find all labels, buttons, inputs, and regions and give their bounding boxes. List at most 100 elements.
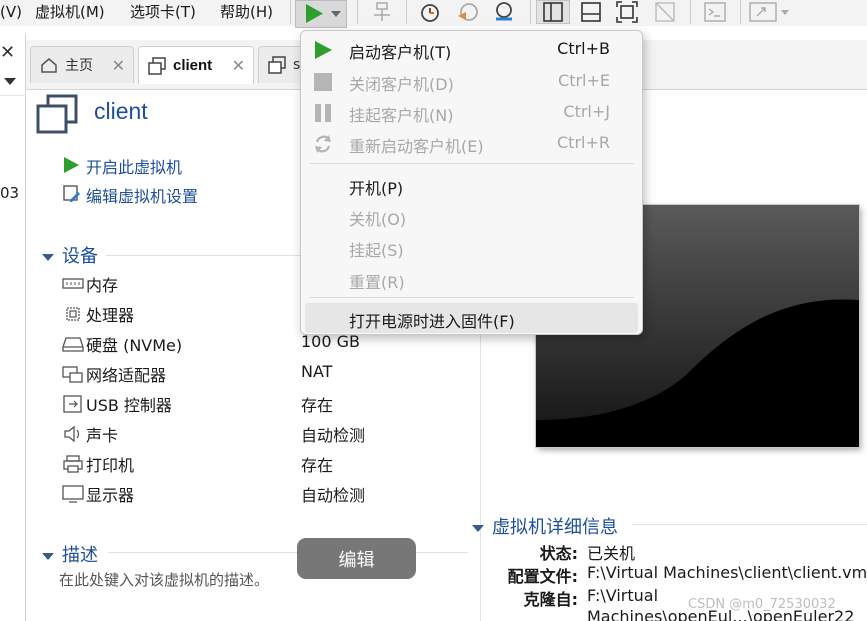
- collapse-caret-icon: [42, 552, 54, 560]
- section-divider: [108, 552, 298, 553]
- menu-item-power-on-to-firmware[interactable]: 打开电源时进入固件(F): [305, 303, 638, 333]
- toolbar-separator: [740, 0, 741, 24]
- snapshot-revert-icon[interactable]: [454, 0, 482, 24]
- toolbar-separator: [530, 0, 531, 24]
- menu-view[interactable]: (V): [0, 2, 22, 22]
- menu-item-label: 挂起(S): [349, 241, 404, 260]
- power-on-link[interactable]: 开启此虚拟机: [62, 154, 262, 178]
- library-dropdown[interactable]: [0, 68, 26, 96]
- menu-item-shortcut: Ctrl+E: [558, 71, 610, 90]
- speaker-icon: [64, 425, 80, 443]
- watermark: CSDN @m0_72530032: [688, 597, 836, 612]
- device-row-display[interactable]: 显示器 自动检测: [62, 481, 462, 507]
- devices-section-header[interactable]: 设备: [42, 242, 98, 268]
- vm-icon: [268, 56, 286, 74]
- menu-item-suspend-guest[interactable]: 挂起客户机(N) Ctrl+J: [301, 97, 642, 127]
- menu-help[interactable]: 帮助(H): [220, 2, 273, 22]
- detail-value-config: F:\Virtual Machines\client\client.vm: [587, 563, 867, 582]
- tab-client[interactable]: client ✕: [138, 46, 254, 84]
- close-icon[interactable]: ✕: [112, 56, 125, 75]
- menu-item-label: 开机(P): [349, 179, 404, 198]
- tab-label: 主页: [65, 58, 93, 74]
- tab-label: client: [173, 57, 213, 74]
- vm-large-icon: [36, 94, 78, 134]
- details-section-header[interactable]: 虚拟机详细信息: [472, 513, 618, 539]
- menu-tabs[interactable]: 选项卡(T): [130, 2, 196, 22]
- network-icon[interactable]: [368, 0, 396, 24]
- menu-item-shortcut: Ctrl+J: [563, 102, 610, 121]
- description-placeholder[interactable]: 在此处键入对该虚拟机的描述。: [59, 569, 269, 590]
- device-name: 显示器: [86, 486, 135, 505]
- description-section-header[interactable]: 描述: [42, 541, 98, 567]
- hard-disk-icon: [62, 337, 84, 352]
- device-row-network[interactable]: 网络适配器 NAT: [62, 361, 462, 387]
- play-icon: [315, 41, 332, 59]
- detail-key-clone: 克隆自:: [523, 590, 578, 609]
- menu-bar: (V) 虚拟机(M) 选项卡(T) 帮助(H): [0, 0, 867, 28]
- stop-icon: [314, 73, 332, 91]
- printer-icon: [63, 455, 83, 473]
- edit-settings-label: 编辑虚拟机设置: [86, 187, 199, 206]
- toolbar-separator: [357, 0, 358, 24]
- device-name: 内存: [86, 276, 119, 295]
- device-name: 声卡: [86, 426, 119, 445]
- menu-item-label: 重新启动客户机(E): [349, 137, 484, 156]
- power-on-label: 开启此虚拟机: [86, 158, 183, 177]
- menu-item-shortcut: Ctrl+B: [557, 39, 610, 58]
- collapse-caret-icon: [42, 253, 54, 261]
- menu-item-label: 关闭客户机(D): [349, 75, 454, 94]
- device-value: 自动检测: [301, 426, 366, 445]
- device-value: 存在: [301, 456, 334, 475]
- device-name: 网络适配器: [86, 366, 167, 385]
- network-adapter-icon: [62, 366, 83, 383]
- toolbar-separator: [690, 0, 691, 24]
- cpu-icon: [66, 307, 80, 321]
- close-icon[interactable]: ✕: [0, 42, 15, 63]
- menu-item-label: 重置(R): [349, 273, 405, 292]
- menu-item-shortcut: Ctrl+R: [557, 133, 610, 152]
- device-row-sound[interactable]: 声卡 自动检测: [62, 421, 462, 447]
- menu-separator: [309, 163, 634, 164]
- unity-icon[interactable]: [650, 0, 680, 24]
- tab-home[interactable]: 主页 ✕: [30, 46, 134, 83]
- power-menu: 启动客户机(T) Ctrl+B 关闭客户机(D) Ctrl+E 挂起客户机(N)…: [300, 30, 643, 335]
- toolbar-separator: [406, 0, 407, 24]
- device-row-printer[interactable]: 打印机 存在: [62, 451, 462, 477]
- menu-item-label: 关机(O): [349, 210, 407, 229]
- menu-item-suspend[interactable]: 挂起(S): [301, 232, 642, 262]
- device-row-usb[interactable]: USB 控制器 存在: [62, 391, 462, 417]
- collapse-caret-icon: [472, 524, 484, 532]
- thumbnail-bar-icon[interactable]: [576, 0, 606, 24]
- edit-settings-link[interactable]: 编辑虚拟机设置: [62, 183, 262, 207]
- device-value: 自动检测: [301, 486, 366, 505]
- menu-item-label: 打开电源时进入固件(F): [349, 312, 515, 331]
- library-item-fragment[interactable]: 03: [0, 184, 19, 202]
- close-icon[interactable]: ✕: [232, 56, 245, 75]
- restart-icon: [315, 135, 331, 153]
- section-divider: [632, 524, 867, 525]
- menu-vm[interactable]: 虚拟机(M): [35, 2, 105, 22]
- details-heading: 虚拟机详细信息: [492, 517, 618, 538]
- menu-item-shutdown-guest[interactable]: 关闭客户机(D) Ctrl+E: [301, 66, 642, 96]
- devices-heading: 设备: [62, 246, 98, 267]
- power-dropdown-button[interactable]: [295, 0, 347, 28]
- menu-item-start-guest[interactable]: 启动客户机(T) Ctrl+B: [301, 34, 642, 64]
- menu-item-power-off[interactable]: 关机(O): [301, 201, 642, 231]
- edit-description-button[interactable]: 编辑: [297, 538, 416, 579]
- edit-settings-icon: [63, 185, 80, 202]
- library-panel-collapsed: ✕ 03: [0, 34, 26, 621]
- device-value: NAT: [301, 362, 333, 381]
- menu-item-power-on[interactable]: 开机(P): [301, 170, 642, 200]
- play-icon: [64, 157, 79, 173]
- chevron-down-icon: [4, 78, 16, 85]
- menu-item-reset[interactable]: 重置(R): [301, 264, 642, 294]
- usb-icon: [63, 395, 82, 413]
- stretch-icon[interactable]: [746, 0, 794, 24]
- fullscreen-icon[interactable]: [612, 0, 642, 24]
- show-library-icon[interactable]: [536, 0, 570, 24]
- snapshot-take-icon[interactable]: [416, 0, 444, 24]
- console-icon[interactable]: [700, 0, 730, 24]
- menu-item-restart-guest[interactable]: 重新启动客户机(E) Ctrl+R: [301, 128, 642, 158]
- snapshot-manager-icon[interactable]: [490, 0, 518, 24]
- memory-icon: [62, 278, 84, 289]
